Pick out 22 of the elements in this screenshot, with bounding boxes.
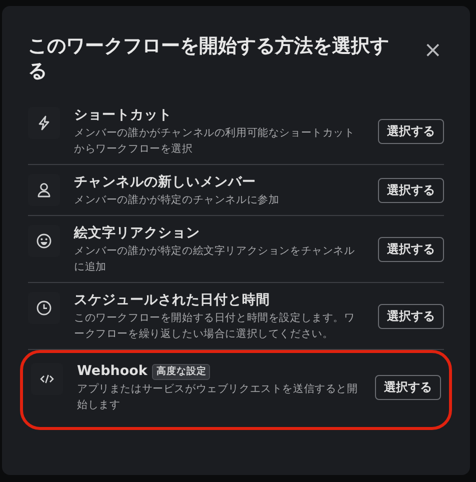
- option-title: ショートカット: [74, 106, 172, 125]
- option-description: このワークフローを開始する日付と時間を設定します。ワークフローを繰り返したい場合に選択してください。: [74, 311, 356, 342]
- person-icon: [36, 182, 52, 198]
- clock-icon: [36, 300, 52, 316]
- option-title: 絵文字リアクション: [74, 224, 200, 243]
- dialog-title: このワークフローを開始する方法を選択する: [28, 34, 390, 84]
- select-button[interactable]: 選択する: [378, 119, 444, 144]
- option-description: メンバーの誰かが特定のチャンネルに参加: [74, 193, 280, 208]
- option-description: メンバーの誰かがチャンネルの利用可能なショートカットからワークフローを選択: [74, 126, 356, 157]
- select-button[interactable]: 選択する: [378, 178, 444, 203]
- select-button[interactable]: 選択する: [378, 304, 444, 329]
- lightning-icon: [36, 115, 52, 131]
- smiley-icon: [36, 233, 52, 249]
- option-description: アプリまたはサービスがウェブリクエストを送信すると開始します: [77, 382, 359, 413]
- option-title: チャンネルの新しいメンバー: [74, 173, 256, 192]
- option-description: メンバーの誰かが特定の絵文字リアクションをチャンネルに追加: [74, 244, 356, 275]
- option-title: Webhook: [77, 362, 148, 381]
- option-title: スケジュールされた日付と時間: [74, 291, 270, 310]
- select-button[interactable]: 選択する: [375, 375, 441, 400]
- advanced-badge: 高度な設定: [152, 364, 210, 380]
- close-button[interactable]: ×: [422, 40, 444, 62]
- select-button[interactable]: 選択する: [378, 237, 444, 262]
